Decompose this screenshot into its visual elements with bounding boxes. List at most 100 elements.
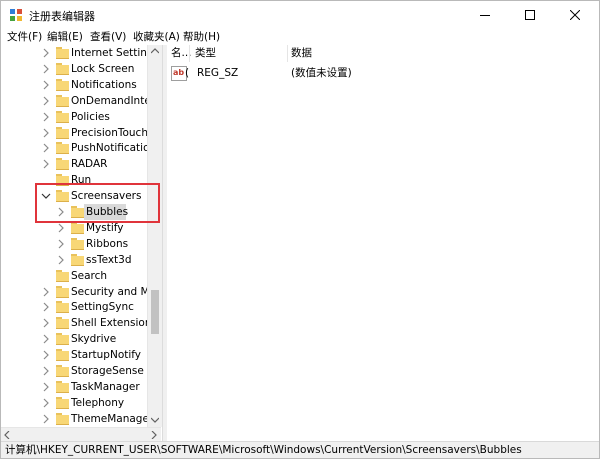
minimize-icon [479,15,490,16]
folder-icon [71,253,84,266]
folder-icon [56,269,69,282]
chevron-right-icon[interactable] [41,80,51,90]
folder-icon [56,126,69,139]
column-separator[interactable] [287,45,288,62]
menu-bar: 文件(F) 编辑(E) 查看(V) 收藏夹(A) 帮助(H) [1,29,599,45]
chevron-right-icon[interactable] [56,255,66,265]
tree-item[interactable]: ThemeManager [1,411,153,427]
folder-icon [71,237,84,250]
tree-item-label: OnDemandInterf [71,94,159,107]
tree-item-label: TaskManager [71,380,140,393]
tree-item[interactable]: Notifications [1,77,147,93]
column-header-type[interactable]: 类型 [195,45,216,62]
menu-edit[interactable]: 编辑(E) [45,29,85,45]
tree-item[interactable]: PushNotifications [1,140,161,156]
chevron-right-icon[interactable] [41,48,51,58]
tree-item[interactable]: Skydrive [1,331,147,347]
chevron-right-icon[interactable] [41,128,51,138]
chevron-right-icon[interactable] [56,239,66,249]
maximize-button[interactable] [507,1,552,29]
scroll-up-icon[interactable] [151,48,159,54]
tree-item[interactable]: SettingSync [1,299,147,315]
value-data: (数值未设置) [291,67,352,79]
menu-favorites[interactable]: 收藏夹(A) [131,29,182,45]
tree-item-label: Policies [71,110,110,123]
chevron-right-icon[interactable] [41,382,51,392]
chevron-right-icon[interactable] [41,398,51,408]
chevron-right-icon[interactable] [41,334,51,344]
minimize-button[interactable] [462,1,507,29]
menu-help[interactable]: 帮助(H) [181,29,222,45]
chevron-right-icon[interactable] [41,96,51,106]
values-pane[interactable]: 名... 类型 数据 ab ( REG_SZ (数值未设置) [167,45,599,441]
value-type: REG_SZ [197,67,239,79]
folder-icon [56,47,69,59]
tree-item[interactable]: RADAR [1,156,147,172]
folder-icon [71,221,84,234]
tree-item[interactable]: Search [1,268,147,284]
tree-item-label: SettingSync [71,301,134,314]
tree-item[interactable]: ssText3d [1,252,147,268]
tree-horizontal-scrollbar[interactable] [1,427,161,442]
tree-item[interactable]: Shell Extensions [1,315,157,331]
tree-item[interactable]: Ribbons [1,236,147,252]
chevron-right-icon[interactable] [41,302,51,312]
registry-key-tree[interactable]: Internet Settings Lock Screen Notification… [1,45,161,441]
tree-item[interactable]: StorageSense [1,363,147,379]
scroll-right-icon[interactable] [151,431,157,439]
tree-item[interactable]: OnDemandInterf [1,93,159,109]
folder-icon [56,78,69,91]
tree-item-label: Search [71,269,108,282]
folder-icon [56,301,69,314]
chevron-right-icon[interactable] [41,112,51,122]
tree-item[interactable]: Security and Mai [1,284,159,300]
folder-icon [56,62,69,75]
folder-icon [56,333,69,346]
folder-icon [56,285,69,298]
key-path: 计算机\HKEY_CURRENT_USER\SOFTWARE\Microsoft… [5,444,522,456]
tree-item[interactable]: TaskManager [1,379,147,395]
chevron-right-icon[interactable] [41,366,51,376]
tree-item[interactable]: Telephony [1,395,147,411]
tree-item[interactable]: PrecisionTouchPa [1,125,160,141]
chevron-right-icon[interactable] [41,350,51,360]
status-bar: 计算机\HKEY_CURRENT_USER\SOFTWARE\Microsoft… [1,441,599,458]
folder-icon [56,142,69,155]
chevron-right-icon[interactable] [41,64,51,74]
tree-item[interactable]: StartupNotify [1,347,147,363]
chevron-right-icon[interactable] [56,223,66,233]
chevron-right-icon[interactable] [41,318,51,328]
folder-icon [56,396,69,409]
tree-item[interactable]: Internet Settings [1,45,159,61]
folder-icon [56,158,69,171]
chevron-right-icon[interactable] [41,287,51,297]
folder-icon [56,349,69,362]
tree-vertical-scrollbar[interactable] [147,45,162,427]
folder-icon [56,365,69,377]
chevron-right-icon[interactable] [41,143,51,153]
folder-icon [56,380,69,393]
column-separator[interactable] [189,45,190,62]
scroll-down-icon[interactable] [151,417,159,423]
scroll-left-icon[interactable] [4,431,10,439]
menu-file[interactable]: 文件(F) [5,29,44,45]
close-icon [569,10,580,20]
tree-item-label: StartupNotify [71,349,142,362]
tree-item-label: Lock Screen [71,62,135,75]
tree-scroll-thumb[interactable] [151,290,159,334]
tree-item-label: Internet Settings [71,47,160,59]
tree-item[interactable]: Policies [1,109,147,125]
registry-editor-icon [10,9,22,21]
column-header-data[interactable]: 数据 [291,45,312,62]
value-row[interactable]: ab ( REG_SZ (数值未设置) [167,65,599,81]
folder-icon [56,94,69,107]
chevron-right-icon[interactable] [41,159,51,169]
annotation-highlight-box [35,183,160,223]
tree-item-label: StorageSense [71,365,144,377]
tree-item[interactable]: Lock Screen [1,61,147,77]
title-bar[interactable]: 注册表编辑器 [1,1,599,29]
menu-view[interactable]: 查看(V) [88,29,128,45]
chevron-right-icon[interactable] [41,414,51,424]
close-button[interactable] [552,1,597,29]
tree-item-label: Skydrive [71,333,117,346]
